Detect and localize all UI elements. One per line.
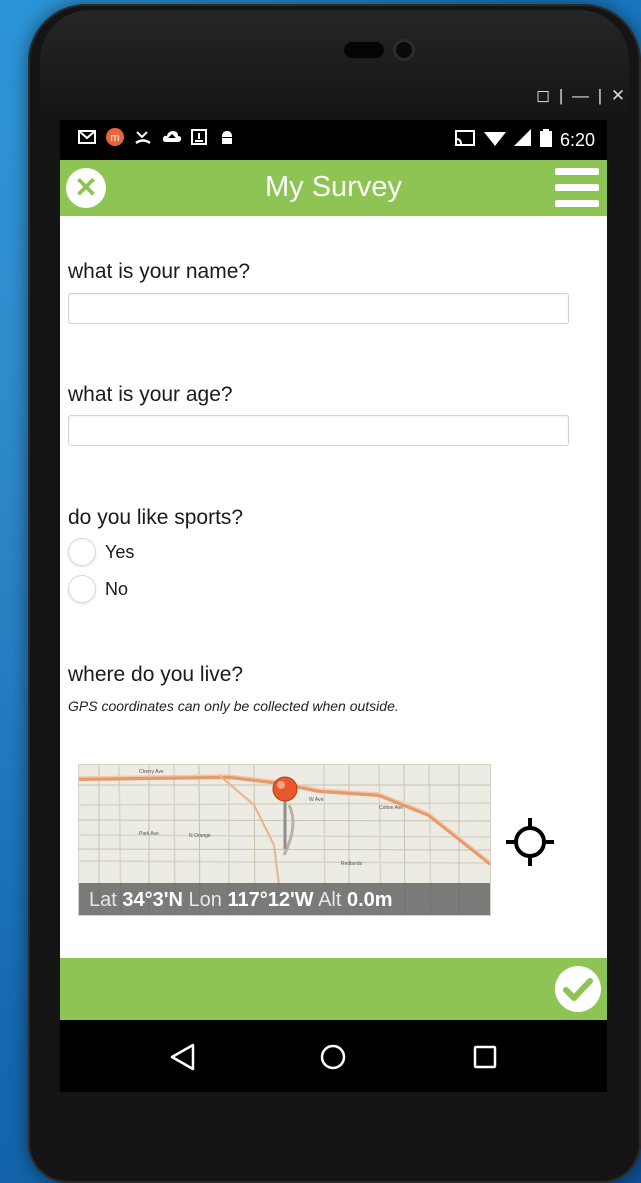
- checkmark-icon: [563, 978, 593, 1001]
- survey-app: ✕ My Survey what is your name? what is y…: [60, 160, 607, 1020]
- status-bar: m 6:20: [60, 120, 607, 160]
- location-map[interactable]: Cherry Ave Park Ave W Ave Colton Ave Red…: [78, 764, 491, 916]
- question-sports-label: do you like sports?: [68, 506, 244, 529]
- lat-value: 34°3'N: [122, 889, 183, 911]
- home-icon[interactable]: [316, 1040, 350, 1074]
- back-icon[interactable]: [166, 1040, 200, 1074]
- app-m-icon: m: [106, 128, 124, 146]
- svg-text:W Ave: W Ave: [309, 797, 324, 803]
- cast-icon: [454, 129, 476, 152]
- lat-label: Lat: [89, 889, 117, 911]
- radio-button[interactable]: [68, 538, 96, 566]
- svg-text:Redlands: Redlands: [341, 861, 363, 867]
- android-icon: [218, 128, 236, 146]
- name-input[interactable]: [68, 293, 569, 324]
- radio-option-no[interactable]: No: [68, 575, 128, 603]
- lon-label: Lon: [188, 889, 222, 911]
- download-icon: [190, 128, 208, 146]
- gps-coordinates: Lat 34°3'N Lon 117°12'W Alt 0.0m: [79, 883, 490, 915]
- question-age-label: what is your age?: [68, 383, 233, 406]
- gmail-icon: [78, 128, 96, 146]
- wifi-icon: [483, 129, 506, 152]
- question-name-label: what is your name?: [68, 260, 251, 283]
- radio-label-yes: Yes: [105, 541, 135, 562]
- front-camera: [393, 39, 415, 61]
- window-controls[interactable]: ◻ | — | ✕: [536, 86, 627, 106]
- status-time: 6:20: [559, 130, 595, 150]
- app-header: ✕ My Survey: [60, 160, 607, 216]
- battery-icon: [539, 129, 552, 152]
- cloud-upload-icon: [162, 128, 182, 146]
- hamburger-menu-icon[interactable]: [555, 168, 599, 208]
- question-location-label: where do you live?: [68, 663, 244, 686]
- page-title: My Survey: [265, 171, 402, 203]
- svg-text:N Orange: N Orange: [189, 833, 211, 839]
- speaker-grille: [344, 42, 384, 58]
- svg-text:m: m: [110, 132, 119, 144]
- app-footer: [60, 958, 607, 1020]
- missed-call-icon: [134, 128, 152, 146]
- alt-value: 0.0m: [346, 889, 393, 911]
- signal-icon: [513, 129, 532, 152]
- radio-label-no: No: [105, 578, 129, 599]
- android-nav-bar: [60, 1020, 607, 1092]
- svg-text:Cherry Ave: Cherry Ave: [139, 769, 164, 775]
- lon-value: 117°12'W: [227, 889, 314, 911]
- alt-label: Alt: [318, 889, 342, 911]
- svg-text:Colton Ave: Colton Ave: [379, 805, 403, 811]
- submit-button[interactable]: [555, 966, 601, 1012]
- locate-me-icon[interactable]: [504, 816, 556, 868]
- gps-hint: GPS coordinates can only be collected wh…: [68, 698, 399, 714]
- radio-button[interactable]: [68, 575, 96, 603]
- svg-text:Park Ave: Park Ave: [139, 831, 159, 837]
- radio-option-yes[interactable]: Yes: [68, 538, 134, 566]
- age-input[interactable]: [68, 415, 569, 446]
- recents-icon[interactable]: [468, 1040, 502, 1074]
